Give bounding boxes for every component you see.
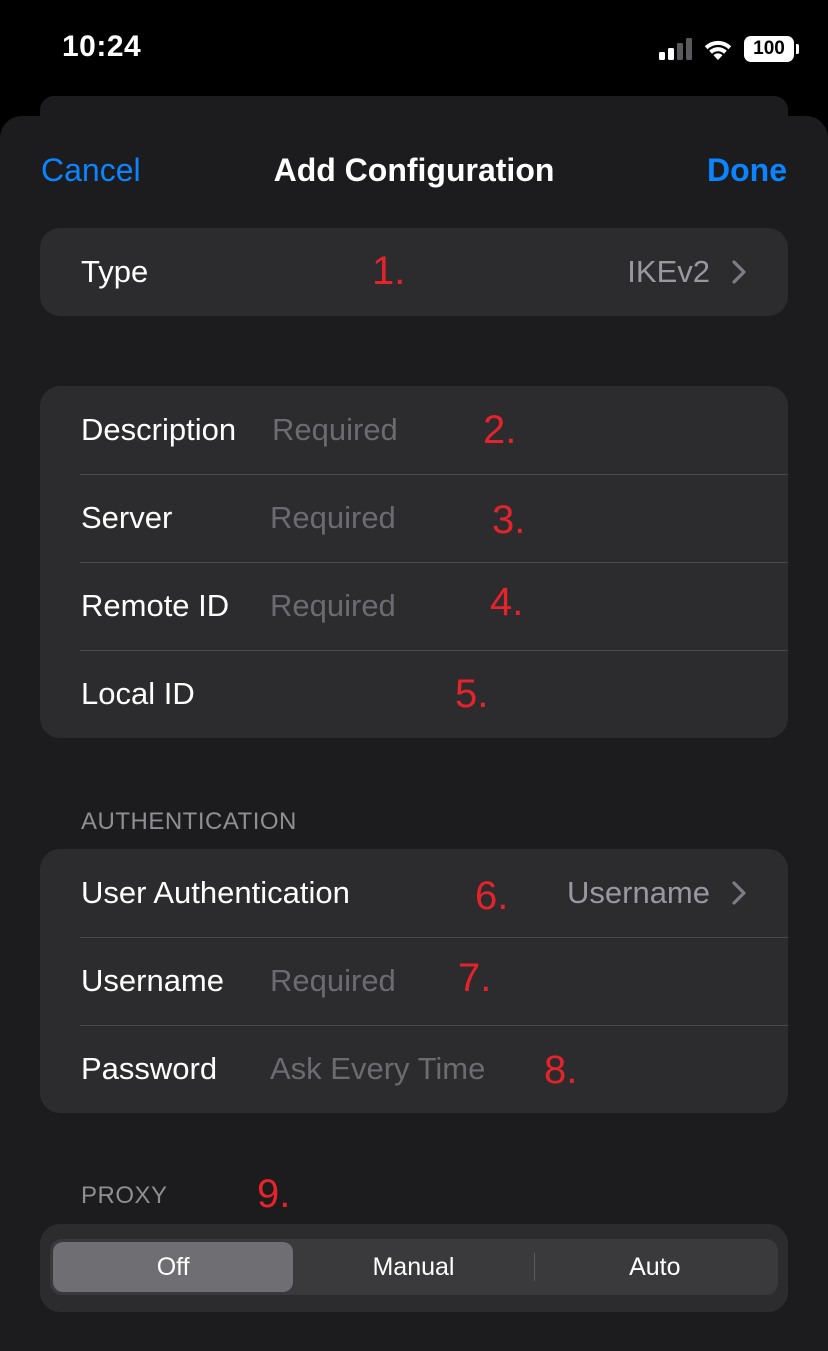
status-bar: 10:24 100	[0, 0, 828, 96]
cellular-signal-icon	[659, 38, 692, 60]
server-input[interactable]	[270, 488, 710, 548]
user-authentication-label: User Authentication	[81, 875, 350, 910]
server-label: Server	[81, 500, 173, 535]
type-group: Type IKEv2	[40, 228, 788, 316]
username-row: Username	[40, 937, 788, 1025]
annotation-marker-4: 4.	[490, 580, 524, 624]
done-button[interactable]: Done	[707, 152, 787, 189]
local-id-label: Local ID	[81, 676, 195, 711]
chevron-right-icon	[732, 881, 746, 905]
battery-icon: 100	[744, 36, 799, 62]
remote-id-label: Remote ID	[81, 588, 230, 623]
type-row[interactable]: Type IKEv2	[40, 228, 788, 316]
chevron-right-icon	[732, 260, 746, 284]
description-row: Description	[40, 386, 788, 474]
navigation-bar: Cancel Add Configuration Done	[0, 116, 828, 228]
user-authentication-row[interactable]: User Authentication Username	[40, 849, 788, 937]
local-id-input[interactable]	[270, 664, 710, 724]
type-label: Type	[81, 254, 149, 289]
connection-group: Description Server Remote ID Local ID	[40, 386, 788, 738]
server-row: Server	[40, 474, 788, 562]
authentication-group: User Authentication Username Username Pa…	[40, 849, 788, 1113]
authentication-section-header: AUTHENTICATION	[81, 808, 297, 835]
user-authentication-value: Username	[567, 875, 710, 910]
battery-level: 100	[753, 38, 785, 59]
password-row: Password	[40, 1025, 788, 1113]
annotation-marker-3: 3.	[492, 498, 526, 542]
status-time: 10:24	[62, 30, 142, 63]
annotation-marker-1: 1.	[372, 249, 406, 293]
add-configuration-sheet: Cancel Add Configuration Done Type IKEv2…	[0, 116, 828, 1351]
proxy-option-off[interactable]: Off	[53, 1242, 294, 1292]
local-id-row: Local ID	[40, 650, 788, 738]
proxy-section-header: PROXY	[81, 1182, 168, 1209]
wifi-icon	[702, 37, 734, 61]
proxy-segmented-control: Off Manual Auto	[50, 1239, 778, 1295]
annotation-marker-2: 2.	[483, 408, 517, 452]
annotation-marker-8: 8.	[544, 1048, 578, 1092]
annotation-marker-7: 7.	[458, 956, 492, 1000]
type-value: IKEv2	[627, 254, 710, 289]
proxy-option-auto[interactable]: Auto	[535, 1242, 775, 1292]
password-label: Password	[81, 1051, 218, 1086]
status-icons: 100	[659, 34, 799, 64]
password-input[interactable]	[270, 1039, 710, 1099]
remote-id-row: Remote ID	[40, 562, 788, 650]
username-label: Username	[81, 963, 224, 998]
annotation-marker-5: 5.	[455, 672, 489, 716]
description-label: Description	[81, 412, 237, 447]
page-title: Add Configuration	[273, 152, 555, 188]
proxy-option-manual[interactable]: Manual	[293, 1242, 533, 1292]
annotation-marker-6: 6.	[475, 874, 509, 918]
annotation-marker-9: 9.	[257, 1172, 291, 1216]
